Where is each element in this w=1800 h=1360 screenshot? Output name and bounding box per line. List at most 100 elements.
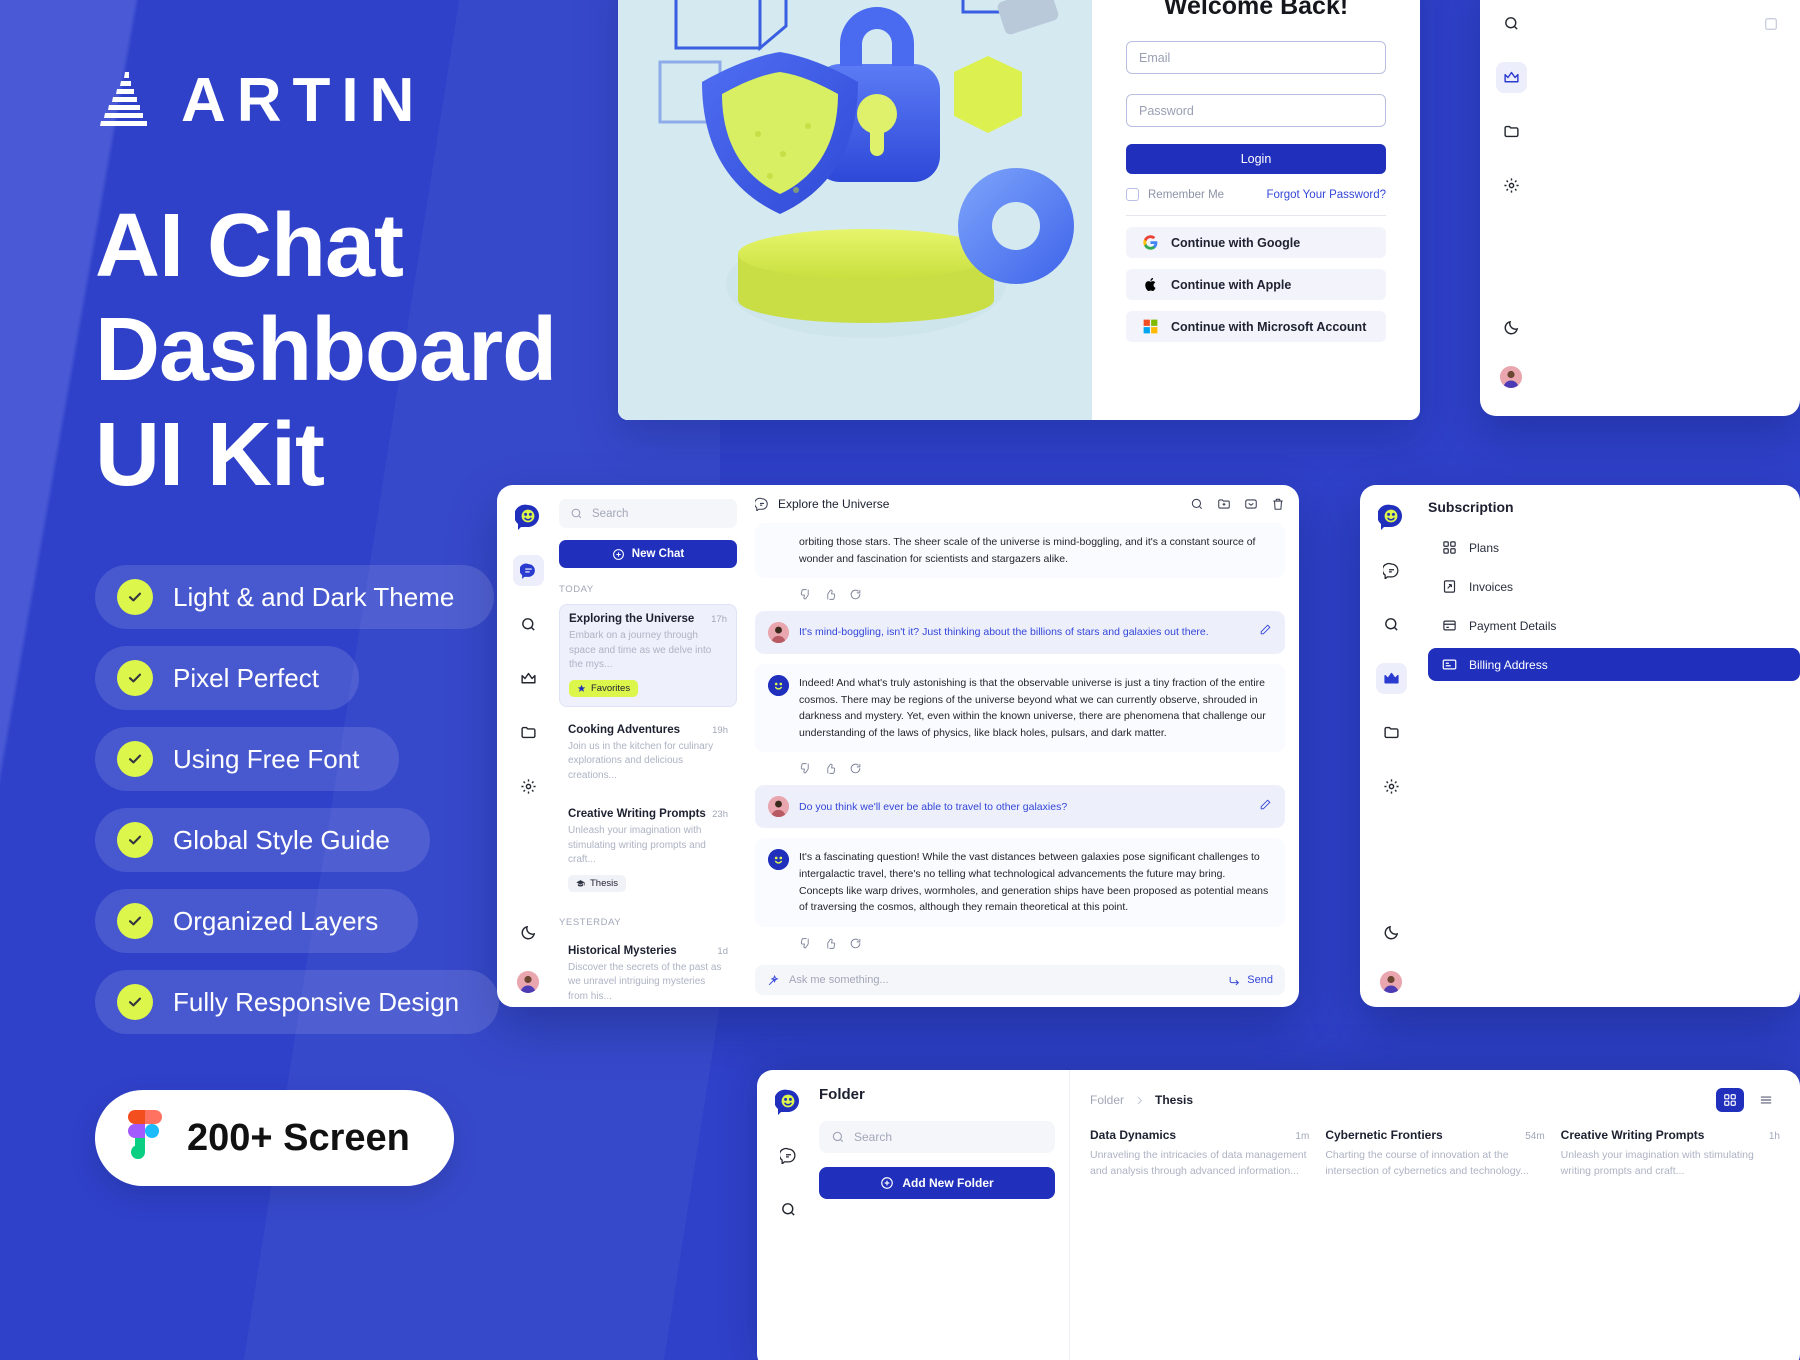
email-field[interactable]: Email bbox=[1126, 41, 1386, 74]
search-icon[interactable] bbox=[1376, 609, 1407, 640]
feature-label: Organized Layers bbox=[173, 905, 379, 936]
grid-view-button[interactable] bbox=[1716, 1088, 1744, 1112]
subscription-nav-rail bbox=[1360, 485, 1422, 1007]
artin-logo-icon bbox=[100, 72, 147, 126]
subscription-item-label: Plans bbox=[1469, 540, 1500, 555]
folder-add-icon[interactable] bbox=[1217, 497, 1231, 511]
chat-bubble-icon[interactable] bbox=[773, 1140, 804, 1171]
crown-icon[interactable] bbox=[1375, 663, 1407, 694]
archive-icon[interactable] bbox=[1244, 497, 1258, 511]
apple-button-label: Continue with Apple bbox=[1171, 277, 1292, 292]
thumbs-down-icon[interactable] bbox=[799, 588, 812, 601]
subscription-item-billing-address[interactable]: Billing Address bbox=[1428, 648, 1800, 681]
avatar bbox=[768, 849, 789, 871]
theme-toggle-icon[interactable] bbox=[1376, 917, 1407, 948]
promo-panel: ARTIN AI Chat Dashboard UI Kit Light & a… bbox=[0, 0, 720, 1360]
message-bot: orbiting those stars. The sheer scale of… bbox=[755, 523, 1285, 579]
conversation-header: Explore the Universe bbox=[755, 497, 1285, 511]
thumbs-down-icon[interactable] bbox=[799, 937, 812, 950]
remember-row: Remember Me Forgot Your Password? bbox=[1126, 188, 1386, 201]
breadcrumb: Folder Thesis bbox=[1090, 1088, 1780, 1112]
search-icon[interactable] bbox=[773, 1194, 804, 1225]
folder-sidebar: Folder Search Add New Folder bbox=[819, 1070, 1069, 1360]
login-button[interactable]: Login bbox=[1126, 144, 1386, 174]
breadcrumb-current: Thesis bbox=[1155, 1093, 1194, 1107]
continue-with-apple-button[interactable]: Continue with Apple bbox=[1126, 269, 1386, 300]
remember-checkbox[interactable] bbox=[1126, 188, 1139, 201]
message-text: Indeed! And what's truly astonishing is … bbox=[799, 677, 1266, 739]
avatar[interactable] bbox=[1500, 366, 1522, 388]
plus-circle-icon bbox=[881, 1177, 894, 1189]
list-view-button[interactable] bbox=[1752, 1088, 1780, 1112]
login-title: Welcome Back! bbox=[1163, 0, 1349, 20]
chat-bubble-icon[interactable] bbox=[1376, 555, 1407, 586]
email-placeholder: Email bbox=[1139, 50, 1171, 65]
message-bot: It's a fascinating question! While the v… bbox=[755, 838, 1285, 927]
folder-title: Folder bbox=[819, 1086, 865, 1103]
folder-icon[interactable] bbox=[1496, 116, 1527, 147]
subscription-item-payment-details[interactable]: Payment Details bbox=[1428, 609, 1800, 642]
page-title: AI Chat Dashboard UI Kit bbox=[95, 194, 720, 507]
message-text: It's mind-boggling, isn't it? Just think… bbox=[799, 626, 1209, 639]
subscription-panel: Subscription Plans Invoices Payment Deta… bbox=[1422, 485, 1800, 1007]
folder-card-desc: Unleash your imagination with stimulatin… bbox=[1560, 1149, 1754, 1177]
crown-icon[interactable] bbox=[1495, 62, 1527, 93]
login-form: Welcome Back! Email Password Login Remem… bbox=[1092, 0, 1420, 420]
subscription-item-invoices[interactable]: Invoices bbox=[1428, 570, 1800, 603]
avatar bbox=[768, 622, 789, 644]
folder-card[interactable]: Creative Writing Prompts 1h Unleash your… bbox=[1561, 1128, 1780, 1180]
continue-with-microsoft-button[interactable]: Continue with Microsoft Account bbox=[1126, 311, 1386, 342]
theme-toggle-icon[interactable] bbox=[1496, 312, 1527, 343]
app-logo-icon bbox=[1376, 501, 1407, 532]
feature-label: Using Free Font bbox=[173, 743, 360, 774]
trash-icon[interactable] bbox=[1271, 497, 1285, 511]
continue-with-google-button[interactable]: Continue with Google bbox=[1126, 227, 1386, 258]
message-text: It's a fascinating question! While the v… bbox=[799, 851, 1269, 914]
thumbs-up-icon[interactable] bbox=[824, 937, 837, 950]
message-reactions bbox=[755, 937, 1285, 950]
folder-card[interactable]: Data Dynamics 1m Unraveling the intricac… bbox=[1090, 1128, 1309, 1180]
feature-item: Light & and Dark Theme bbox=[95, 565, 495, 630]
message-reactions bbox=[755, 762, 1285, 775]
send-label: Send bbox=[1247, 974, 1273, 986]
feature-item: Using Free Font bbox=[95, 727, 400, 792]
edit-icon[interactable] bbox=[1259, 623, 1272, 642]
folder-icon[interactable] bbox=[1376, 717, 1407, 748]
add-new-folder-button[interactable]: Add New Folder bbox=[819, 1167, 1055, 1199]
forgot-password-link[interactable]: Forgot Your Password? bbox=[1266, 189, 1386, 201]
refresh-icon[interactable] bbox=[849, 762, 862, 775]
folder-card-title: Data Dynamics bbox=[1090, 1128, 1177, 1142]
thumbs-down-icon[interactable] bbox=[799, 762, 812, 775]
folder-window: Folder Search Add New Folder Folder Thes… bbox=[757, 1070, 1800, 1360]
settings-icon[interactable] bbox=[1496, 170, 1527, 201]
microsoft-icon bbox=[1143, 319, 1158, 334]
password-placeholder: Password bbox=[1139, 103, 1194, 118]
folder-search-input[interactable]: Search bbox=[819, 1121, 1055, 1153]
thumbs-up-icon[interactable] bbox=[824, 588, 837, 601]
message-input[interactable]: Ask me something... Send bbox=[755, 965, 1285, 995]
subscription-item-plans[interactable]: Plans bbox=[1428, 531, 1800, 564]
refresh-icon[interactable] bbox=[849, 937, 862, 950]
subscription-title: Subscription bbox=[1428, 499, 1514, 515]
avatar[interactable] bbox=[1380, 971, 1402, 993]
password-field[interactable]: Password bbox=[1126, 94, 1386, 127]
list-icon bbox=[1760, 1096, 1772, 1104]
figma-icon bbox=[128, 1110, 162, 1160]
settings-icon[interactable] bbox=[1376, 771, 1407, 802]
thumbs-up-icon[interactable] bbox=[824, 762, 837, 775]
search-icon[interactable] bbox=[1496, 8, 1527, 39]
breadcrumb-root[interactable]: Folder bbox=[1090, 1093, 1124, 1107]
folder-card[interactable]: Cybernetic Frontiers 54m Charting the co… bbox=[1325, 1128, 1544, 1180]
edit-icon[interactable] bbox=[1259, 798, 1272, 817]
subscription-item-label: Billing Address bbox=[1469, 657, 1548, 672]
remember-me-control[interactable]: Remember Me bbox=[1126, 188, 1224, 201]
panel-placeholder-icon bbox=[1755, 8, 1786, 39]
send-button[interactable]: Send bbox=[1228, 974, 1273, 987]
floating-nav-rail bbox=[1480, 0, 1800, 416]
check-icon bbox=[117, 903, 153, 940]
message-user: It's mind-boggling, isn't it? Just think… bbox=[755, 611, 1285, 655]
search-icon[interactable] bbox=[1190, 497, 1204, 511]
check-icon bbox=[117, 741, 153, 778]
feature-item: Global Style Guide bbox=[95, 808, 430, 873]
refresh-icon[interactable] bbox=[849, 588, 862, 601]
